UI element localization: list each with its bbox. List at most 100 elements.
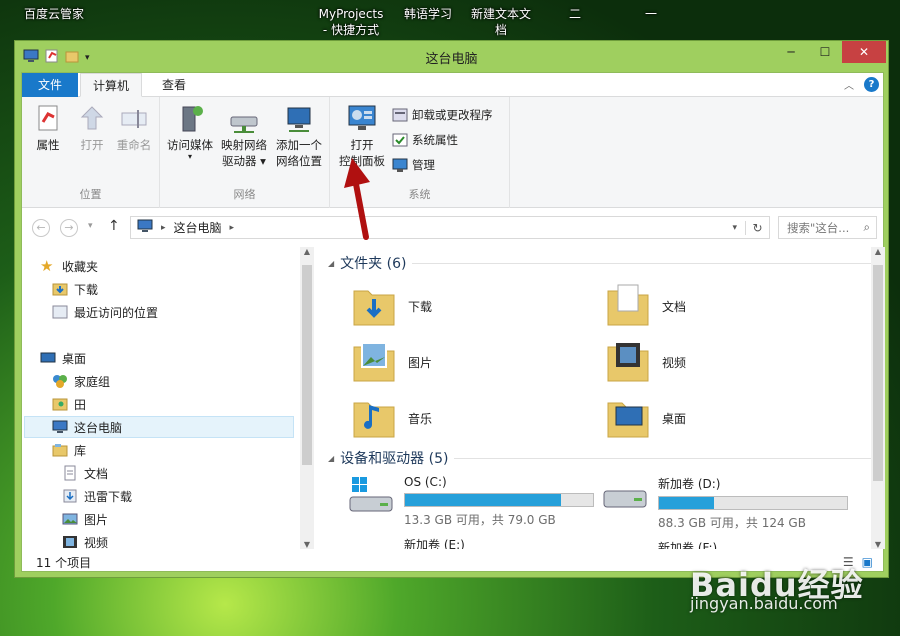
- chevron-down-icon: ▾: [187, 152, 192, 161]
- recent-dropdown-icon[interactable]: ▾: [88, 221, 93, 231]
- drive-name: 新加卷 (D:): [658, 477, 721, 491]
- nav-this-pc[interactable]: 这台电脑: [24, 416, 294, 438]
- devices-section-header[interactable]: ◢ 设备和驱动器 (5): [328, 447, 873, 469]
- scrollbar-thumb[interactable]: [873, 265, 883, 481]
- drive-info: OS (C:) 13.3 GB 可用，共 79.0 GB 新加卷 (E:): [404, 475, 594, 549]
- desktop-icon-yi[interactable]: 一: [636, 6, 666, 22]
- computer-icon: [137, 219, 153, 236]
- desktop-icon-myprojects[interactable]: MyProjects - 快捷方式: [310, 6, 392, 38]
- back-button[interactable]: ←: [32, 219, 50, 237]
- network-location-icon: [283, 103, 315, 135]
- minimize-button[interactable]: ─: [774, 41, 808, 63]
- up-button[interactable]: ↑: [108, 218, 120, 234]
- content-scrollbar[interactable]: ▲ ▼: [871, 247, 885, 549]
- desktop-icon-label: 百度云管家: [23, 7, 84, 21]
- search-input[interactable]: 搜索"这台... ⌕: [778, 216, 877, 239]
- folder-item[interactable]: 下载: [350, 281, 432, 332]
- nav-homegroup[interactable]: 家庭组: [52, 370, 110, 392]
- desktop-icon-new-text[interactable]: 新建文本文 档: [466, 6, 536, 38]
- manage-icon: [392, 157, 408, 173]
- drive-item[interactable]: 新加卷 (D:) 88.3 GB 可用，共 124 GB 新加卷 (F:): [602, 475, 848, 549]
- folder-label: 文档: [662, 300, 687, 314]
- ribbon-tabs: 文件 计算机 查看 ︿ ?: [22, 73, 883, 97]
- ribbon-options: ︿ ?: [844, 77, 879, 92]
- documents-icon: [62, 465, 78, 481]
- network-drive-icon: [228, 103, 260, 135]
- add-network-location-button[interactable]: 添加一个 网络位置: [272, 103, 326, 169]
- scroll-down-icon[interactable]: ▼: [300, 540, 314, 549]
- drive-usage-fill: [659, 497, 714, 509]
- title-bar[interactable]: ▾ 这台电脑 ─ ☐ ✕: [15, 41, 888, 71]
- search-placeholder: 搜索"这台...: [787, 220, 850, 235]
- window-controls: ─ ☐ ✕: [774, 41, 886, 63]
- access-media-button[interactable]: 访问媒体 ▾: [164, 103, 216, 161]
- breadcrumb-separator-icon[interactable]: ▸: [230, 223, 235, 233]
- forward-button[interactable]: →: [60, 219, 78, 237]
- folder-label: 视频: [662, 356, 687, 370]
- maximize-button[interactable]: ☐: [808, 41, 842, 63]
- drive-item[interactable]: OS (C:) 13.3 GB 可用，共 79.0 GB 新加卷 (E:): [348, 475, 594, 549]
- nav-label: 迅雷下载: [84, 489, 133, 504]
- folders-section-header[interactable]: ◢ 文件夹 (6): [328, 252, 873, 274]
- address-row: ← → ▾ ↑ ▸ 这台电脑 ▸ ▾ ↻ 搜索"这台... ⌕: [22, 209, 883, 245]
- rename-button[interactable]: 重命名: [114, 103, 154, 153]
- scroll-up-icon[interactable]: ▲: [871, 247, 885, 256]
- user-folder-icon: [52, 396, 68, 412]
- access-media-label: 访问媒体: [167, 138, 213, 152]
- nav-favorites[interactable]: ★ 收藏夹: [40, 255, 98, 277]
- media-server-icon: [174, 103, 206, 135]
- folder-item[interactable]: 视频: [604, 337, 686, 388]
- system-properties-button[interactable]: 系统属性: [392, 130, 458, 150]
- tab-file[interactable]: 文件: [22, 73, 78, 97]
- folder-label: 图片: [408, 356, 433, 370]
- folder-item[interactable]: 文档: [604, 281, 686, 332]
- drive-name: OS (C:): [404, 475, 447, 489]
- nav-user-folder[interactable]: 田: [52, 393, 86, 415]
- nav-libraries[interactable]: 库: [52, 439, 86, 461]
- nav-downloads[interactable]: 下载: [52, 278, 98, 300]
- scroll-up-icon[interactable]: ▲: [300, 247, 314, 256]
- close-button[interactable]: ✕: [842, 41, 886, 63]
- desktop-folder-icon: [604, 393, 652, 444]
- folder-item[interactable]: 桌面: [604, 393, 686, 444]
- address-bar[interactable]: ▸ 这台电脑 ▸ ▾ ↻: [130, 216, 770, 239]
- tab-computer[interactable]: 计算机: [80, 73, 142, 97]
- content-pane: ◢ 文件夹 (6) 下载 文档 图片 视频 音乐 桌面 ◢ 设备和驱动器 (5)…: [328, 245, 873, 549]
- open-button[interactable]: 打开: [74, 103, 110, 153]
- nav-pictures[interactable]: 图片: [62, 508, 108, 530]
- downloads-folder-icon: [350, 281, 398, 332]
- homegroup-icon: [52, 373, 68, 389]
- properties-button[interactable]: 属性: [30, 103, 66, 153]
- nav-desktop[interactable]: 桌面: [40, 347, 86, 369]
- nav-label: 田: [74, 397, 87, 412]
- breadcrumb-separator-icon[interactable]: ▸: [161, 223, 166, 233]
- desktop-icon-baidu-cloud[interactable]: 百度云管家: [14, 6, 94, 22]
- address-dropdown-icon[interactable]: ▾: [732, 223, 737, 233]
- folder-item[interactable]: 音乐: [350, 393, 432, 444]
- desktop-icon-korean[interactable]: 韩语学习: [398, 6, 458, 22]
- refresh-icon[interactable]: ↻: [745, 220, 769, 235]
- folder-item[interactable]: 图片: [350, 337, 432, 388]
- drive-usage-fill: [405, 494, 562, 506]
- breadcrumb[interactable]: 这台电脑: [174, 219, 222, 236]
- uninstall-button[interactable]: 卸载或更改程序: [392, 105, 493, 125]
- navigation-scrollbar[interactable]: ▲ ▼: [300, 247, 314, 549]
- collapse-icon[interactable]: ◢: [328, 454, 334, 463]
- nav-label: 文档: [84, 466, 109, 481]
- drive-usage-bar: [658, 496, 848, 510]
- nav-videos[interactable]: 视频: [62, 531, 108, 553]
- scrollbar-thumb[interactable]: [302, 265, 312, 465]
- manage-button[interactable]: 管理: [392, 155, 435, 175]
- desktop-icon-label: 二: [568, 7, 581, 21]
- nav-xunlei[interactable]: 迅雷下载: [62, 485, 132, 507]
- help-icon[interactable]: ?: [864, 77, 879, 92]
- scroll-down-icon[interactable]: ▼: [871, 540, 885, 549]
- collapse-ribbon-icon[interactable]: ︿: [844, 77, 854, 92]
- annotation-arrow: [344, 158, 370, 240]
- nav-recent[interactable]: 最近访问的位置: [52, 301, 158, 323]
- map-drive-button[interactable]: 映射网络 驱动器 ▾: [216, 103, 272, 169]
- tab-view[interactable]: 查看: [146, 73, 202, 97]
- desktop-icon-er[interactable]: 二: [560, 6, 590, 22]
- collapse-icon[interactable]: ◢: [328, 259, 334, 268]
- nav-documents[interactable]: 文档: [62, 462, 108, 484]
